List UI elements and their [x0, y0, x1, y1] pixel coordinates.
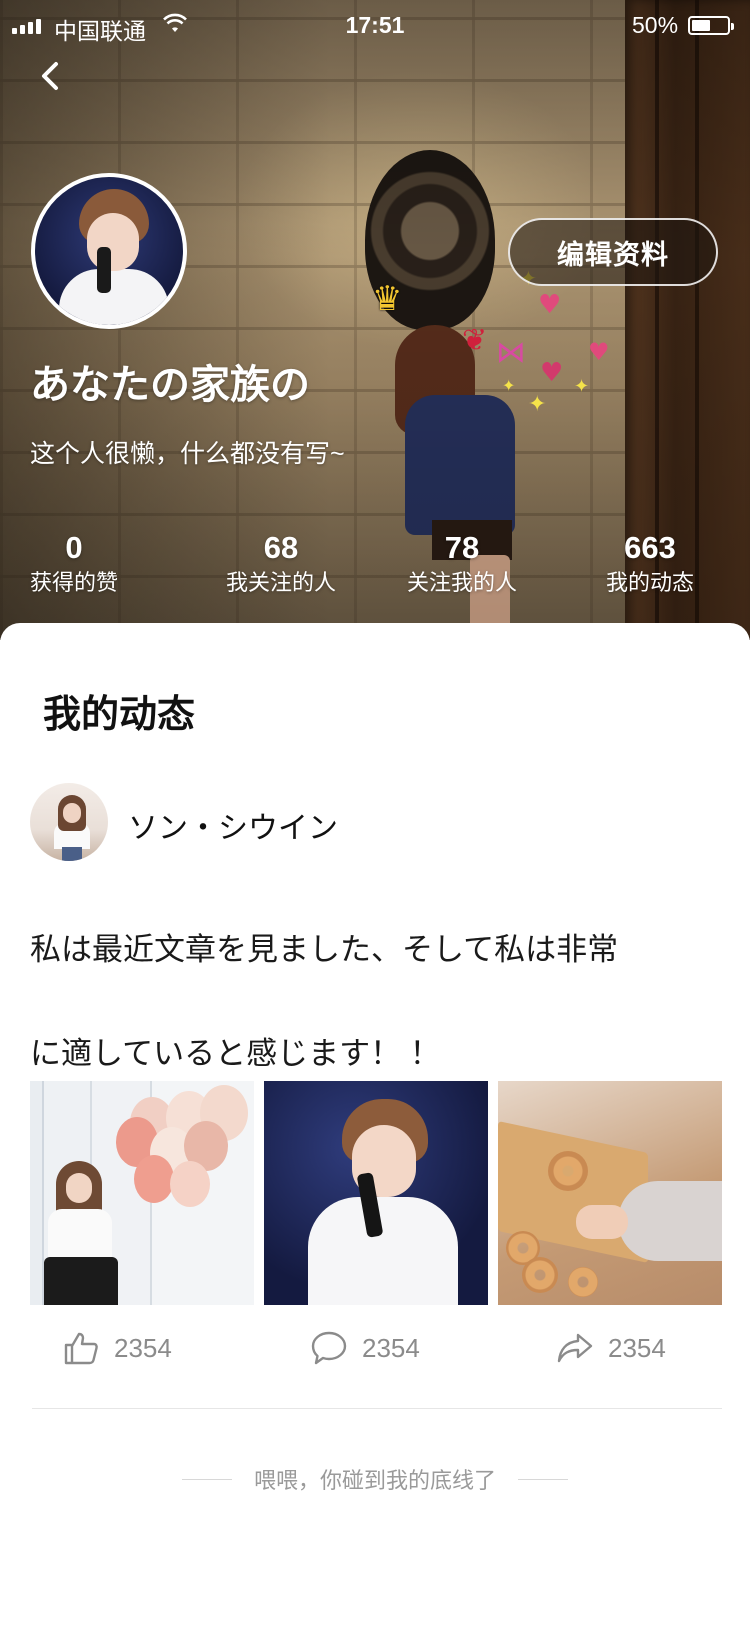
status-bar: 中国联通 17:51 50% [0, 0, 750, 52]
stat-value: 78 [444, 530, 480, 565]
thumbs-up-icon [64, 1332, 98, 1365]
post-photo[interactable] [498, 1081, 722, 1305]
edit-profile-button[interactable]: 编辑资料 [508, 218, 718, 286]
post-author-avatar[interactable] [30, 783, 108, 861]
stat-followers[interactable]: 78 关注我的人 [402, 530, 522, 598]
post-photo-grid [30, 1081, 722, 1305]
battery-percentage: 50% [632, 12, 679, 38]
profile-bio: 这个人很懒，什么都没有写~ [30, 440, 345, 468]
stat-label: 我的动态 [605, 570, 694, 595]
profile-nickname: あなたの家族の [30, 363, 310, 407]
end-of-feed-note: 喂喂，你碰到我的底线了 [0, 1463, 750, 1495]
stat-following[interactable]: 68 我关注的人 [218, 530, 344, 598]
stat-posts[interactable]: 663 我的动态 [602, 530, 698, 598]
end-of-feed-text: 喂喂，你碰到我的底线了 [253, 1468, 496, 1493]
feed-card: 我的动态 ソン・シウイン 私は最近文章を見ました、そして私は非常 に適していると… [0, 623, 750, 1641]
bow-sticker-icon: ⋈ [496, 335, 526, 370]
sparkle-sticker-icon: ✦ [528, 392, 547, 417]
sparkle-sticker-icon: ✦ [502, 376, 516, 395]
stat-likes[interactable]: 0 获得的赞 [28, 530, 120, 598]
post-actions: 2354 2354 2354 [0, 1313, 750, 1383]
battery-icon [688, 16, 734, 35]
lips-sticker-icon: ❦ [462, 323, 488, 358]
divider [32, 1408, 722, 1409]
stat-value: 663 [624, 530, 676, 565]
comment-button[interactable]: 2354 [310, 1313, 420, 1383]
post-photo[interactable] [30, 1081, 254, 1305]
stat-value: 68 [263, 530, 299, 565]
post-body: 私は最近文章を見ました、そして私は非常 に適していると感じます！ ！ [30, 898, 720, 1106]
stat-label: 我关注的人 [225, 570, 336, 595]
like-button[interactable]: 2354 [62, 1313, 172, 1383]
share-button[interactable]: 2354 [556, 1313, 666, 1383]
profile-stats: 0 获得的赞 68 我关注的人 78 关注我的人 663 我的动态 [0, 530, 750, 610]
heart-sticker-icon: ♥ [540, 358, 564, 388]
like-count: 2354 [114, 1332, 172, 1363]
comment-bubble-icon [311, 1331, 347, 1365]
share-arrow-icon [557, 1333, 593, 1363]
post-photo[interactable] [264, 1081, 488, 1305]
heart-sticker-icon: ♥ [538, 290, 562, 320]
comment-count: 2354 [362, 1332, 420, 1363]
share-count: 2354 [608, 1332, 666, 1363]
profile-avatar[interactable] [31, 173, 187, 329]
heart-sticker-icon: ♥ [588, 338, 610, 366]
crown-sticker-icon: ♛ [372, 279, 403, 319]
stat-value: 0 [65, 530, 83, 565]
stat-label: 获得的赞 [29, 570, 118, 595]
sparkle-sticker-icon: ✦ [574, 376, 590, 397]
section-title: 我的动态 [43, 694, 196, 736]
stat-label: 关注我的人 [406, 570, 517, 595]
back-arrow-icon[interactable] [32, 58, 72, 98]
profile-page: ♛ ♥ ♥ ♥ ❦ ⋈ ✦ ✦ ✦ ✦ 中国联通 17:51 50% 编辑资 [0, 0, 750, 1641]
post-author-name[interactable]: ソン・シウイン [128, 803, 338, 847]
post-text-line: 私は最近文章を見ました、そして私は非常 [30, 932, 619, 967]
